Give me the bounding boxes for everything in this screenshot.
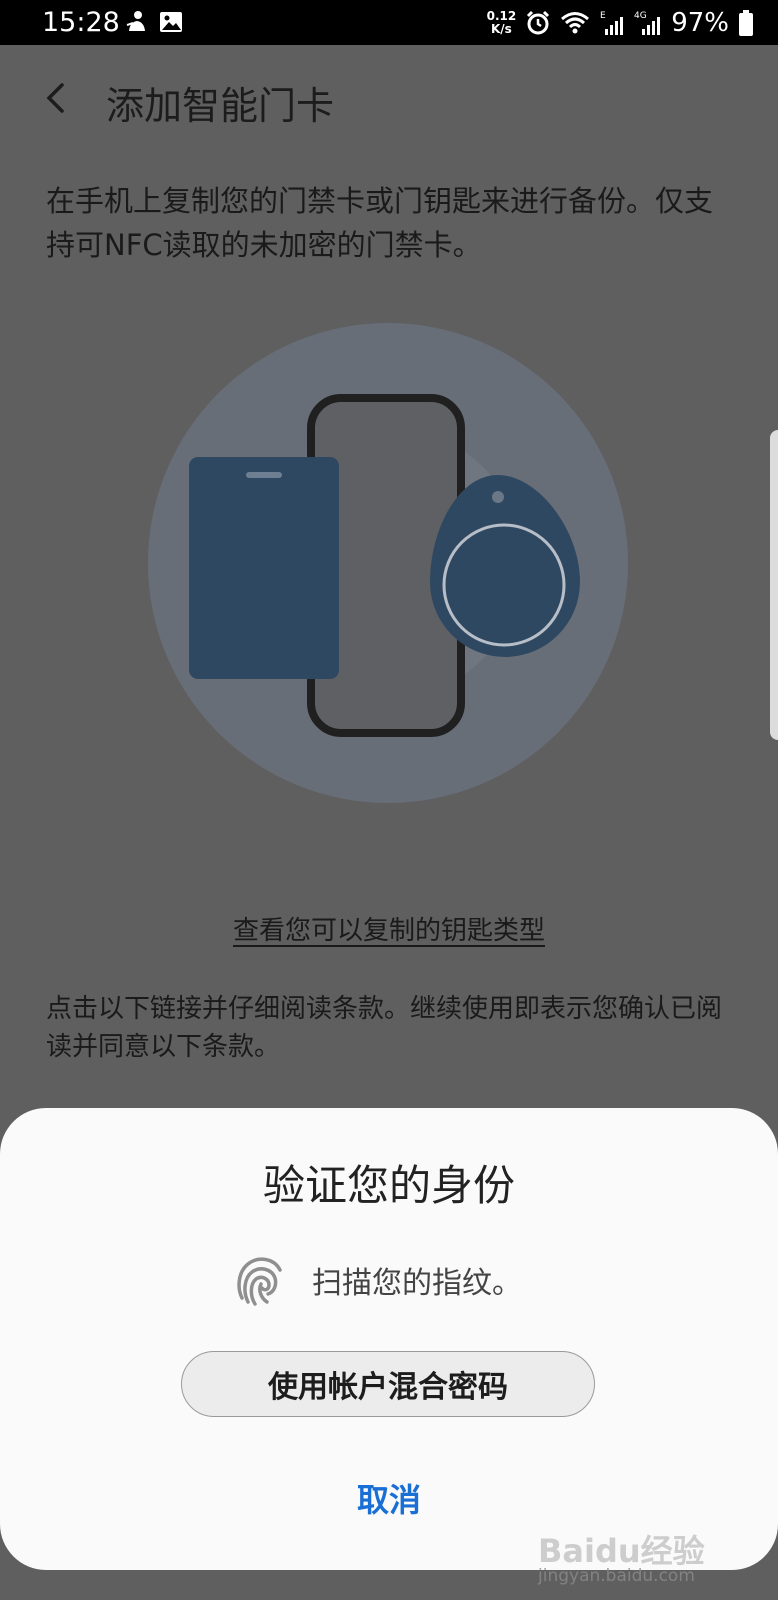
fingerprint-icon [237, 1257, 282, 1306]
page-title: 添加智能门卡 [106, 84, 335, 128]
svg-text:4G: 4G [634, 11, 647, 21]
key-fob-ring [442, 523, 566, 647]
chevron-left-icon[interactable] [36, 73, 76, 123]
key-types-link[interactable]: 查看您可以复制的钥匙类型 [0, 910, 778, 947]
access-card [189, 457, 339, 679]
battery-icon [739, 10, 753, 36]
signal-e-icon: E [600, 11, 624, 35]
wifi-icon [561, 12, 590, 34]
net-speed: 0.12 K/s [487, 10, 517, 36]
dialog-title: 验证您的身份 [262, 1161, 515, 1210]
notification-icon [126, 11, 145, 31]
alarm-icon [527, 10, 550, 35]
fingerprint-prompt: 扫描您的指纹。 [312, 1266, 522, 1301]
use-account-password-button[interactable]: 使用帐户混合密码 [181, 1351, 595, 1417]
battery-percent: 97% [671, 8, 729, 38]
gallery-icon [160, 12, 182, 32]
status-right: 0.12 K/s E 4G 97% [487, 6, 754, 40]
card-slot [246, 472, 282, 478]
svg-text:E: E [600, 11, 606, 21]
status-bar: 15:28 0.12 K/s E 4G 97% [0, 0, 778, 45]
net-speed-unit: K/s [490, 22, 512, 36]
watermark-url: jingyan.baidu.com [538, 1566, 695, 1586]
intro-text: 在手机上复制您的门禁卡或门钥匙来进行备份。仅支持可NFC读取的未加密的门禁卡。 [46, 184, 714, 262]
signal-4g-icon: 4G [634, 11, 661, 35]
status-time: 15:28 [42, 7, 120, 38]
edge-panel-handle[interactable] [770, 430, 778, 740]
baidu-watermark: Baidu经验 jingyan.baidu.com [538, 1526, 738, 1592]
nfc-illustration [148, 323, 628, 803]
auth-dialog: 验证您的身份 扫描您的指纹。 使用帐户混合密码 取消 [0, 1108, 778, 1570]
cancel-button[interactable]: 取消 [289, 1470, 489, 1526]
key-fob-hole [492, 491, 504, 503]
terms-text: 点击以下链接并仔细阅读条款。继续使用即表示您确认已阅读并同意以下条款。 [46, 994, 723, 1062]
